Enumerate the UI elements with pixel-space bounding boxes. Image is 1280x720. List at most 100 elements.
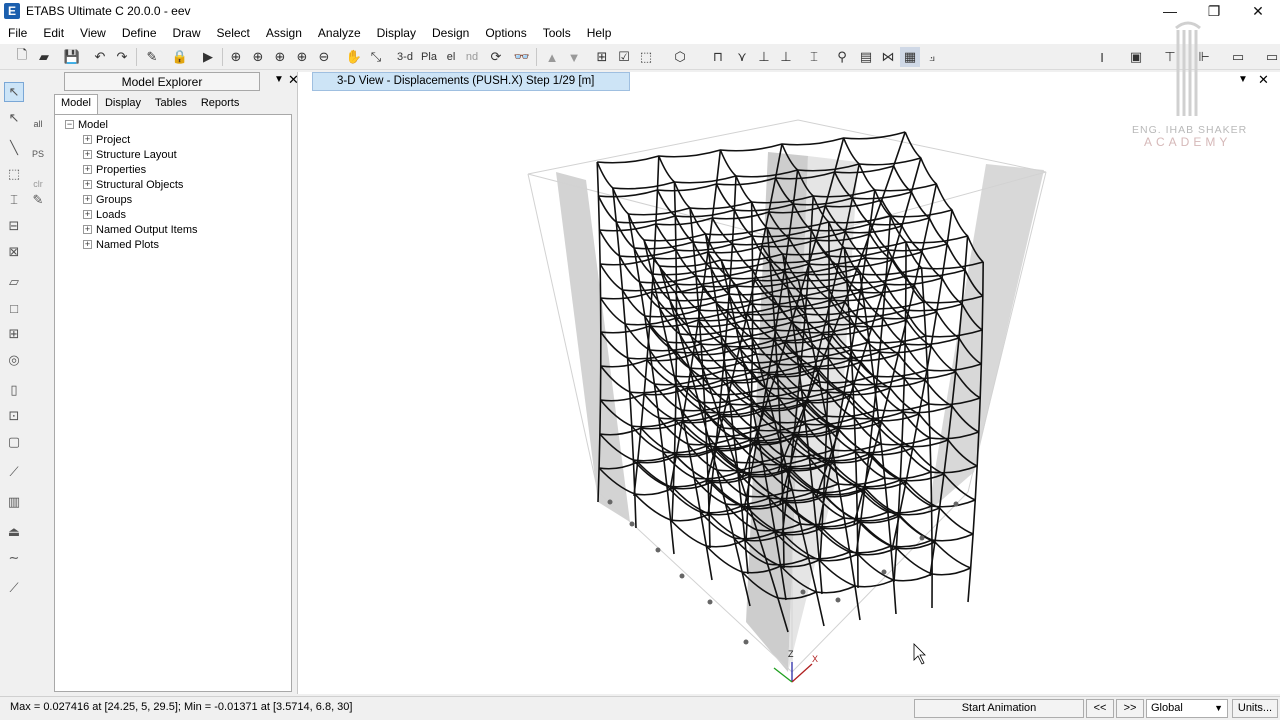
- collapse-icon[interactable]: −: [65, 120, 74, 129]
- coordinate-system-select[interactable]: Global ▼: [1146, 699, 1228, 718]
- zoom-full-icon[interactable]: ⊕: [270, 47, 290, 67]
- reshape-icon[interactable]: ↖: [4, 108, 24, 128]
- tree-item-loads[interactable]: + Loads: [83, 207, 126, 222]
- menu-help[interactable]: Help: [579, 22, 620, 44]
- 3d-view-pane[interactable]: 3-D View - Displacements (PUSH.X) Step 1…: [297, 72, 1280, 694]
- tree-item-properties[interactable]: + Properties: [83, 162, 146, 177]
- draw-wall-stack-icon[interactable]: ⊡: [4, 406, 24, 426]
- menu-file[interactable]: File: [0, 22, 35, 44]
- zoom-window-icon[interactable]: ⊕: [226, 47, 246, 67]
- refresh-view-icon[interactable]: ✎: [142, 47, 162, 67]
- draw-area-icon[interactable]: ⬚: [4, 164, 24, 184]
- explorer-dropdown-icon[interactable]: ▼: [274, 74, 284, 85]
- expand-icon[interactable]: +: [83, 135, 92, 144]
- object-shrink-icon[interactable]: ⊞: [592, 47, 612, 67]
- draw-beam-tool-icon[interactable]: ⊟: [4, 216, 24, 236]
- draw-brace-icon[interactable]: ⋎: [732, 47, 752, 67]
- draw-brace-tool-icon[interactable]: ⊠: [4, 242, 24, 262]
- zoom-restore-icon[interactable]: ⊕: [248, 47, 268, 67]
- measure-icon[interactable]: ⤡: [366, 47, 386, 67]
- 3d-view-button[interactable]: 3-d: [394, 47, 416, 67]
- set-display-options-icon[interactable]: ☑: [614, 47, 634, 67]
- menu-define[interactable]: Define: [114, 22, 165, 44]
- draw-rectangle-icon[interactable]: □: [4, 298, 24, 318]
- redo-icon[interactable]: ↷: [112, 47, 132, 67]
- draw-curve-icon[interactable]: ∼: [4, 548, 24, 568]
- display-loads-icon[interactable]: ⬡: [670, 47, 690, 67]
- tree-item-named-output-items[interactable]: + Named Output Items: [83, 222, 198, 237]
- tab-tables[interactable]: Tables: [148, 94, 194, 114]
- undo-icon[interactable]: ↶: [90, 47, 110, 67]
- elevation-view-button[interactable]: el: [441, 47, 461, 67]
- menu-display[interactable]: Display: [369, 22, 424, 44]
- draw-link-icon[interactable]: ⚲: [832, 47, 852, 67]
- get-previous-selection-icon[interactable]: ✎: [28, 190, 48, 210]
- text-cursor-icon[interactable]: I: [1092, 47, 1112, 67]
- view-close-icon[interactable]: ✕: [1258, 72, 1269, 88]
- display-undeformed-icon[interactable]: ⬚: [636, 47, 656, 67]
- menu-options[interactable]: Options: [477, 22, 534, 44]
- menu-draw[interactable]: Draw: [165, 22, 209, 44]
- expand-icon[interactable]: +: [83, 195, 92, 204]
- menu-analyze[interactable]: Analyze: [310, 22, 369, 44]
- pan-icon[interactable]: ✋: [344, 47, 364, 67]
- draw-link-tool-icon[interactable]: ⟋: [4, 462, 24, 482]
- draw-wall-tool-icon[interactable]: ▯: [4, 380, 24, 400]
- zoom-in-icon[interactable]: ⊕: [292, 47, 312, 67]
- menu-view[interactable]: View: [72, 22, 114, 44]
- tab-display[interactable]: Display: [98, 94, 148, 114]
- lock-model-icon[interactable]: 🔒: [170, 47, 190, 67]
- minimize-button[interactable]: —: [1148, 0, 1192, 22]
- draw-slab-icon[interactable]: ▤: [856, 47, 876, 67]
- expand-icon[interactable]: +: [83, 165, 92, 174]
- tree-item-groups[interactable]: + Groups: [83, 192, 132, 207]
- menu-edit[interactable]: Edit: [35, 22, 72, 44]
- draw-secondary-beam-icon[interactable]: ⊥: [776, 47, 796, 67]
- next-step-button[interactable]: >>: [1116, 699, 1144, 718]
- draw-column-tool-icon[interactable]: ⌶: [4, 190, 24, 210]
- view-tab-title[interactable]: 3-D View - Displacements (PUSH.X) Step 1…: [312, 72, 630, 91]
- new-model-icon[interactable]: 🗋: [12, 47, 32, 67]
- draw-opening-icon[interactable]: ⟓: [922, 47, 942, 67]
- menu-select[interactable]: Select: [209, 22, 258, 44]
- tree-item-structural-objects[interactable]: + Structural Objects: [83, 177, 183, 192]
- more-tools-icon[interactable]: ▭: [1262, 47, 1280, 67]
- previous-step-button[interactable]: <<: [1086, 699, 1114, 718]
- tree-item-project[interactable]: + Project: [83, 132, 130, 147]
- menu-tools[interactable]: Tools: [535, 22, 579, 44]
- tree-root[interactable]: − Model: [65, 117, 108, 132]
- restore-button[interactable]: ❐: [1192, 0, 1236, 22]
- draw-deck-icon[interactable]: ⋈: [878, 47, 898, 67]
- expand-icon[interactable]: +: [83, 210, 92, 219]
- start-animation-button[interactable]: Start Animation: [914, 699, 1084, 718]
- tab-model[interactable]: Model: [54, 94, 98, 114]
- draw-column-icon[interactable]: ⌶: [804, 47, 824, 67]
- draw-support-icon[interactable]: ⏏: [4, 522, 24, 542]
- draw-opening-tool-icon[interactable]: ▢: [4, 432, 24, 452]
- pointer-select-icon[interactable]: ↖: [4, 82, 24, 102]
- draw-wall-icon[interactable]: ▦: [900, 47, 920, 67]
- plan-view-button[interactable]: Pla: [418, 47, 440, 67]
- select-all-button[interactable]: all: [28, 114, 48, 134]
- expand-icon[interactable]: +: [83, 150, 92, 159]
- move-down-icon[interactable]: ▼: [564, 47, 584, 67]
- perspective-icon[interactable]: 👓: [512, 47, 532, 67]
- units-button[interactable]: Units...: [1232, 699, 1278, 718]
- draw-floor-icon[interactable]: ▱: [4, 272, 24, 292]
- close-window-button[interactable]: ✕: [1236, 0, 1280, 22]
- save-model-icon[interactable]: 💾: [62, 47, 82, 67]
- previous-selection-button[interactable]: PS: [28, 144, 48, 164]
- menu-assign[interactable]: Assign: [258, 22, 310, 44]
- menu-design[interactable]: Design: [424, 22, 477, 44]
- custom-view-button[interactable]: nd: [462, 47, 482, 67]
- expand-icon[interactable]: +: [83, 180, 92, 189]
- draw-beam-icon[interactable]: ⊥: [754, 47, 774, 67]
- draw-line-icon[interactable]: ╲: [4, 138, 24, 158]
- zoom-out-icon[interactable]: ⊖: [314, 47, 334, 67]
- draw-dimension-icon[interactable]: ⟋: [4, 578, 24, 598]
- structure-3d-model[interactable]: Z X: [298, 92, 1278, 692]
- draw-frame-icon[interactable]: ⊓: [708, 47, 728, 67]
- draw-tendon-icon[interactable]: ▥: [4, 492, 24, 512]
- move-up-icon[interactable]: ▲: [542, 47, 562, 67]
- run-analysis-icon[interactable]: ▶: [198, 47, 218, 67]
